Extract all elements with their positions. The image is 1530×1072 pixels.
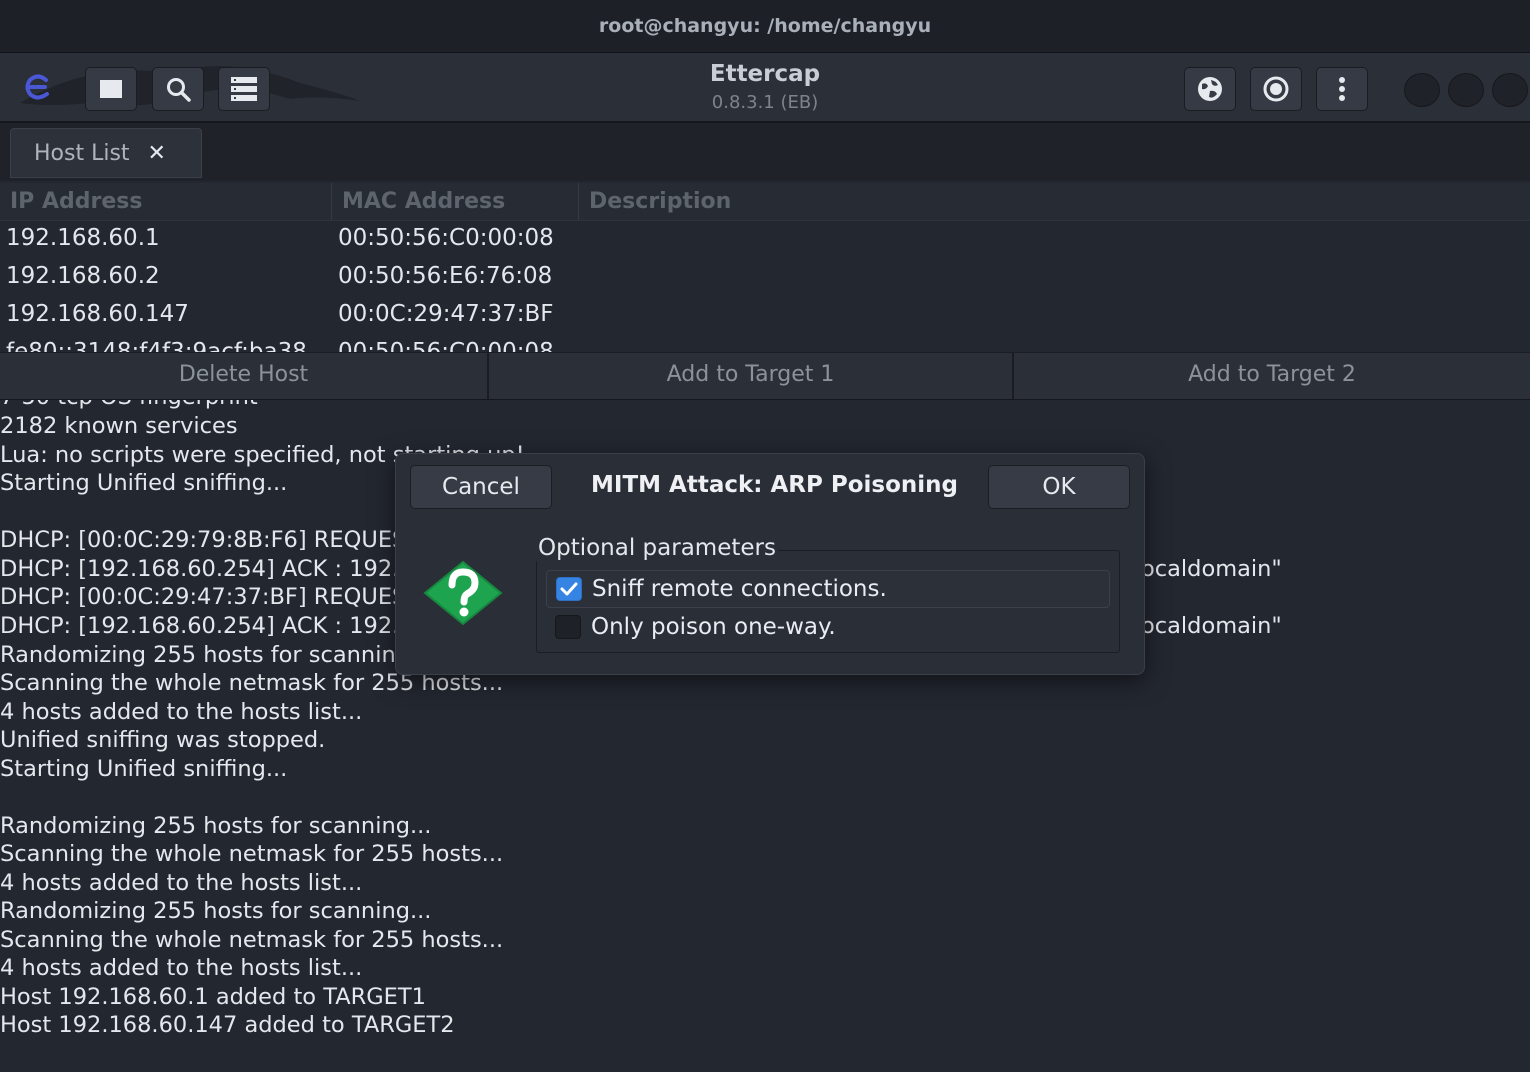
row-ip: fe80::3148:f4f3:9acf:ba38 [6, 339, 307, 352]
row-ip: 192.168.60.2 [6, 263, 160, 289]
one-way-checkbox[interactable] [555, 615, 581, 639]
question-icon [423, 560, 503, 626]
column-header-ip[interactable]: IP Address [0, 183, 330, 220]
window-title: root@changyu: /home/changyu [598, 15, 932, 37]
close-window-button[interactable] [1492, 73, 1528, 107]
arp-poisoning-dialog: Cancel MITM Attack: ARP Poisoning OK Sni… [395, 453, 1145, 675]
log-line: Randomizing 255 hosts for scanning... [0, 813, 432, 839]
window-title-bar: root@changyu: /home/changyu [0, 0, 1530, 53]
table-row[interactable]: 192.168.60.1 00:50:56:C0:00:08 [0, 221, 1530, 259]
log-line: Scanning the whole netmask for 255 hosts… [0, 927, 504, 953]
ok-button[interactable]: OK [988, 465, 1130, 509]
one-way-option[interactable]: Only poison one-way. [546, 608, 1110, 646]
optional-parameters-label: Optional parameters [536, 535, 778, 561]
column-header-mac[interactable]: MAC Address [331, 183, 577, 220]
host-action-bar: Delete Host Add to Target 1 Add to Targe… [0, 352, 1530, 403]
dialog-title: MITM Attack: ARP Poisoning [591, 472, 958, 498]
optional-parameters-frame: Sniff remote connections. Only poison on… [536, 550, 1120, 653]
log-line: Randomizing 255 hosts for scanning... [0, 898, 432, 924]
minimize-button[interactable] [1404, 73, 1440, 107]
row-mac: 00:50:56:C0:00:08 [338, 225, 554, 251]
maximize-button[interactable] [1448, 73, 1484, 107]
log-line: Unified sniffing was stopped. [0, 727, 326, 753]
log-line: 2182 known services [0, 413, 238, 439]
row-ip: 192.168.60.1 [6, 225, 160, 251]
log-line: 7 50 tcp OS fingerprint [0, 400, 258, 410]
tab-host-list[interactable]: Host List ✕ [10, 128, 202, 178]
column-header-description[interactable]: Description [578, 183, 1530, 220]
globe-icon [1198, 77, 1222, 101]
sniff-remote-checkbox[interactable] [556, 577, 582, 601]
host-table-header: IP Address MAC Address Description [0, 183, 1530, 221]
add-to-target2-button[interactable]: Add to Target 2 [1014, 353, 1530, 399]
header-bar: Ettercap 0.8.3.1 (EB) [0, 53, 1530, 123]
log-line: Randomizing 255 hosts for scanning... [0, 642, 432, 668]
table-row[interactable]: 192.168.60.2 00:50:56:E6:76:08 [0, 259, 1530, 297]
row-mac: 00:50:56:C0:00:08 [338, 339, 554, 352]
tab-label: Host List [34, 140, 130, 166]
log-line: Scanning the whole netmask for 255 hosts… [0, 841, 504, 867]
main-menu-button[interactable] [1316, 67, 1368, 111]
sniff-remote-label: Sniff remote connections. [592, 576, 887, 602]
tab-bar: Host List ✕ [0, 123, 1530, 181]
target-ring-icon [1263, 76, 1289, 102]
cancel-button[interactable]: Cancel [410, 465, 552, 509]
delete-host-button[interactable]: Delete Host [0, 353, 489, 399]
close-tab-icon[interactable]: ✕ [148, 141, 166, 166]
log-line: Starting Unified sniffing... [0, 756, 288, 782]
filters-button[interactable] [1250, 67, 1302, 111]
checkmark-icon [560, 582, 578, 596]
table-row[interactable]: fe80::3148:f4f3:9acf:ba38 00:50:56:C0:00… [0, 335, 1530, 352]
sniff-remote-option[interactable]: Sniff remote connections. [546, 570, 1110, 608]
mitm-menu-button[interactable] [1184, 67, 1236, 111]
add-to-target1-button[interactable]: Add to Target 1 [489, 353, 1014, 399]
one-way-label: Only poison one-way. [591, 614, 836, 640]
row-mac: 00:50:56:E6:76:08 [338, 263, 553, 289]
row-mac: 00:0C:29:47:37:BF [338, 301, 554, 327]
row-ip: 192.168.60.147 [6, 301, 189, 327]
kebab-menu-icon [1339, 77, 1345, 101]
log-line: Host 192.168.60.1 added to TARGET1 [0, 984, 426, 1010]
log-line: 4 hosts added to the hosts list... [0, 955, 363, 981]
log-line: 4 hosts added to the hosts list... [0, 870, 363, 896]
host-table-body: 192.168.60.1 00:50:56:C0:00:08 192.168.6… [0, 221, 1530, 352]
log-line: Starting Unified sniffing... [0, 470, 288, 496]
log-line: Host 192.168.60.147 added to TARGET2 [0, 1012, 455, 1038]
log-line: 4 hosts added to the hosts list... [0, 699, 363, 725]
table-row[interactable]: 192.168.60.147 00:0C:29:47:37:BF [0, 297, 1530, 335]
